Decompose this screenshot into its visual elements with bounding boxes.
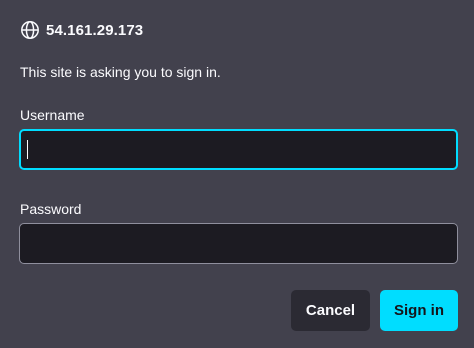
globe-icon: [20, 20, 40, 40]
dialog-header: 54.161.29.173: [20, 19, 143, 41]
site-host: 54.161.29.173: [46, 21, 144, 39]
sign-in-button[interactable]: Sign in: [380, 290, 458, 331]
dialog-message: This site is asking you to sign in.: [20, 64, 221, 80]
cancel-button[interactable]: Cancel: [291, 290, 370, 331]
auth-dialog: 54.161.29.173 This site is asking you to…: [0, 0, 474, 348]
username-label: Username: [20, 107, 85, 123]
username-field[interactable]: [19, 129, 458, 170]
password-label: Password: [20, 201, 82, 217]
text-caret: [27, 140, 28, 159]
password-field[interactable]: [19, 223, 458, 264]
